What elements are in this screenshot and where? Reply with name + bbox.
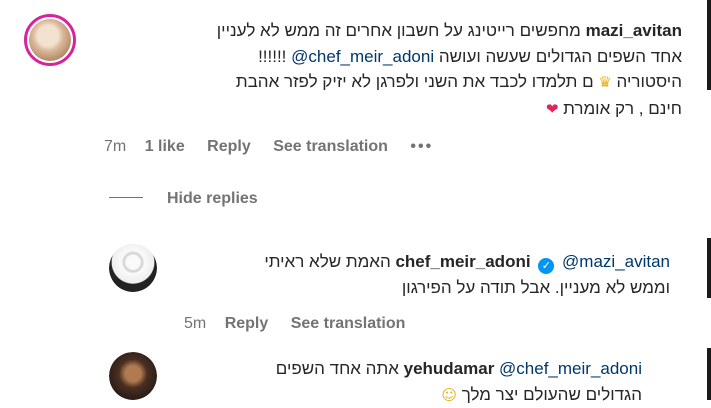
reply-button[interactable]: Reply xyxy=(225,315,269,332)
comment-body: yehudamar @chef_meir_adoni אתה אחד השפים… xyxy=(170,356,642,408)
scroll-edge-bottom xyxy=(707,348,711,400)
crown-icon: ♛ xyxy=(598,73,611,91)
scroll-edge-top xyxy=(707,0,711,90)
see-translation-button[interactable]: See translation xyxy=(291,315,406,332)
timestamp: 5m xyxy=(184,315,206,332)
comment-text: היסטוריה xyxy=(617,72,682,91)
comment-text: האמת שלא ראיתי xyxy=(264,252,390,271)
comment-line-1: chef_meir_adoni ✓ @mazi_avitan האמת שלא … xyxy=(170,249,670,275)
comment-line-1: mazi_avitan מחפשים רייטינג על חשבון אחרי… xyxy=(84,18,682,44)
see-translation-button[interactable]: See translation xyxy=(273,138,388,155)
timestamp: 7m xyxy=(104,138,126,155)
hide-replies-label: Hide replies xyxy=(167,190,258,207)
comment-line-4: חינם , רק אומרת ❤ xyxy=(84,96,682,123)
avatar[interactable] xyxy=(24,14,76,66)
comment-text: אתה אחד השפים xyxy=(276,359,399,378)
comment-line-1: yehudamar @chef_meir_adoni אתה אחד השפים xyxy=(170,356,642,382)
comment-meta: 5m Reply See translation xyxy=(184,315,423,333)
face-emoji-icon: ☺ xyxy=(441,386,457,404)
username-link[interactable]: yehudamar xyxy=(404,359,495,378)
mention-link[interactable]: @mazi_avitan xyxy=(562,252,670,271)
comment-text: חינם , רק אומרת xyxy=(563,99,682,118)
hide-replies-button[interactable]: Hide replies xyxy=(109,190,258,208)
likes-count-link[interactable]: 1 like xyxy=(145,138,185,155)
comment-body: chef_meir_adoni ✓ @mazi_avitan האמת שלא … xyxy=(170,249,670,300)
divider-line xyxy=(109,197,143,198)
avatar[interactable] xyxy=(109,352,157,400)
comment-text: מחפשים רייטינג על חשבון אחרים זה ממש לא … xyxy=(217,21,581,40)
mention-link[interactable]: chef_meir_adoni@ xyxy=(291,47,434,66)
verified-badge-icon: ✓ xyxy=(538,258,554,274)
comment-line-2: הגדולים שהעולם יצר מלך ☺ xyxy=(170,382,642,408)
comment-line-2: אחד השפים הגדולים שעשה ועושה chef_meir_a… xyxy=(84,44,682,70)
avatar[interactable] xyxy=(109,244,157,292)
comment-meta: 7m 1 like Reply See translation ••• xyxy=(104,138,451,156)
comment-text: וממש לא מעניין. אבל תודה על הפירגון xyxy=(402,278,670,297)
comment-line-3: היסטוריה ♛ ם תלמדו לכבד את השני ולפרגן ל… xyxy=(84,69,682,96)
scroll-edge-middle xyxy=(707,238,711,298)
comment-line-2: וממש לא מעניין. אבל תודה על הפירגון xyxy=(170,275,670,301)
comment-body: mazi_avitan מחפשים רייטינג על חשבון אחרי… xyxy=(84,18,682,122)
mention-link[interactable]: @chef_meir_adoni xyxy=(499,359,642,378)
heart-icon: ❤ xyxy=(546,100,559,118)
comment-text: הגדולים שהעולם יצר מלך xyxy=(462,385,642,404)
comment-text: אחד השפים הגדולים שעשה ועושה xyxy=(439,47,682,66)
username-link[interactable]: mazi_avitan xyxy=(586,21,682,40)
comment-text: !!!!!! xyxy=(258,47,286,66)
username-link[interactable]: chef_meir_adoni xyxy=(395,252,530,271)
more-options-icon[interactable]: ••• xyxy=(410,138,433,155)
reply-button[interactable]: Reply xyxy=(207,138,251,155)
comment-text: ם תלמדו לכבד את השני ולפרגן לא יזיק לפזר… xyxy=(236,72,594,91)
